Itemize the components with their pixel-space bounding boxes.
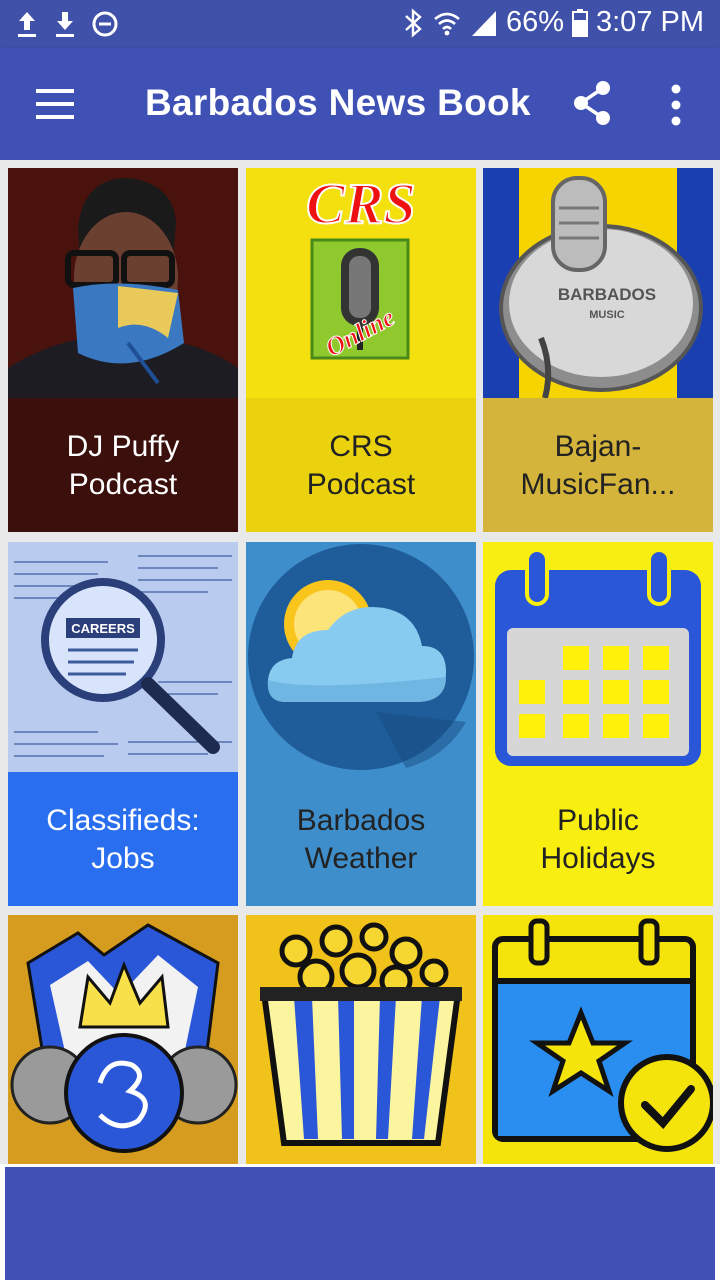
tile-label-text: Classifieds: Jobs: [46, 804, 200, 875]
app-bar: Barbados News Book: [0, 48, 720, 160]
wifi-icon: [434, 12, 460, 35]
tile-label: DJ Puffy Podcast: [8, 398, 238, 532]
tile-classifieds-jobs[interactable]: CAREERS Classifieds: Jobs: [8, 542, 238, 906]
crs-online-logo: CRS Online: [246, 168, 476, 398]
events-calendar-icon: [483, 915, 713, 1164]
tile-public-holidays[interactable]: Public Holidays: [483, 542, 713, 906]
tile-crs-podcast[interactable]: CRS Online CRS Podcast: [246, 168, 476, 532]
download-icon: [56, 12, 74, 37]
tile-dj-puffy-podcast[interactable]: DJ Puffy Podcast: [8, 168, 238, 532]
barbados-music-logo: BARBADOS MUSIC: [483, 168, 713, 398]
tile-label-text: CRS Podcast: [306, 430, 416, 501]
careers-text: CAREERS: [71, 621, 135, 636]
tile-label-text: Bajan- MusicFan...: [520, 430, 676, 501]
barbados-music-text: BARBADOS: [558, 285, 656, 304]
tile-label: Public Holidays: [483, 772, 713, 906]
upload-icon: [18, 12, 36, 37]
tile-label: Barbados Weather: [246, 772, 476, 906]
share-icon[interactable]: [568, 78, 618, 128]
battery-percent: 66%: [505, 6, 564, 38]
signal-icon: [471, 10, 496, 36]
tile-label-text: Public Holidays: [540, 804, 656, 875]
tile-label: Bajan- MusicFan...: [483, 398, 713, 532]
tile-label-text: DJ Puffy Podcast: [66, 430, 180, 501]
tile-barbados-weather[interactable]: Barbados Weather: [246, 542, 476, 906]
status-bar: 66% 3:07 PM: [0, 0, 720, 48]
popcorn-icon: [246, 915, 476, 1164]
do-not-disturb-icon: [92, 11, 118, 37]
bottom-banner[interactable]: [5, 1167, 715, 1280]
tile-bajan-musicfan[interactable]: BARBADOS MUSIC Bajan- MusicFan...: [483, 168, 713, 532]
battery-icon: [572, 8, 588, 37]
classifieds-magnifier-image: CAREERS: [8, 542, 238, 772]
weather-icon: [246, 542, 476, 772]
tile-popcorn[interactable]: [246, 915, 476, 1164]
crs-logo-text: CRS: [306, 171, 416, 236]
tile-grid: DJ Puffy Podcast CRS Online CRS Podcast …: [0, 160, 720, 1164]
tile-label: CRS Podcast: [246, 398, 476, 532]
tile-events-calendar[interactable]: [483, 915, 713, 1164]
more-vert-icon[interactable]: [658, 80, 694, 130]
dj-puffy-image: [8, 168, 238, 398]
music-text: MUSIC: [589, 309, 625, 321]
clock: 3:07 PM: [596, 6, 704, 38]
bluetooth-icon: [405, 7, 422, 38]
lottery-crown-icon: [8, 915, 238, 1164]
tile-lottery[interactable]: [8, 915, 238, 1164]
tile-label: Classifieds: Jobs: [8, 772, 238, 906]
tile-label-text: Barbados Weather: [296, 804, 426, 875]
calendar-icon: [483, 542, 713, 772]
app-title: Barbados News Book: [145, 82, 531, 123]
menu-icon[interactable]: [30, 80, 80, 128]
